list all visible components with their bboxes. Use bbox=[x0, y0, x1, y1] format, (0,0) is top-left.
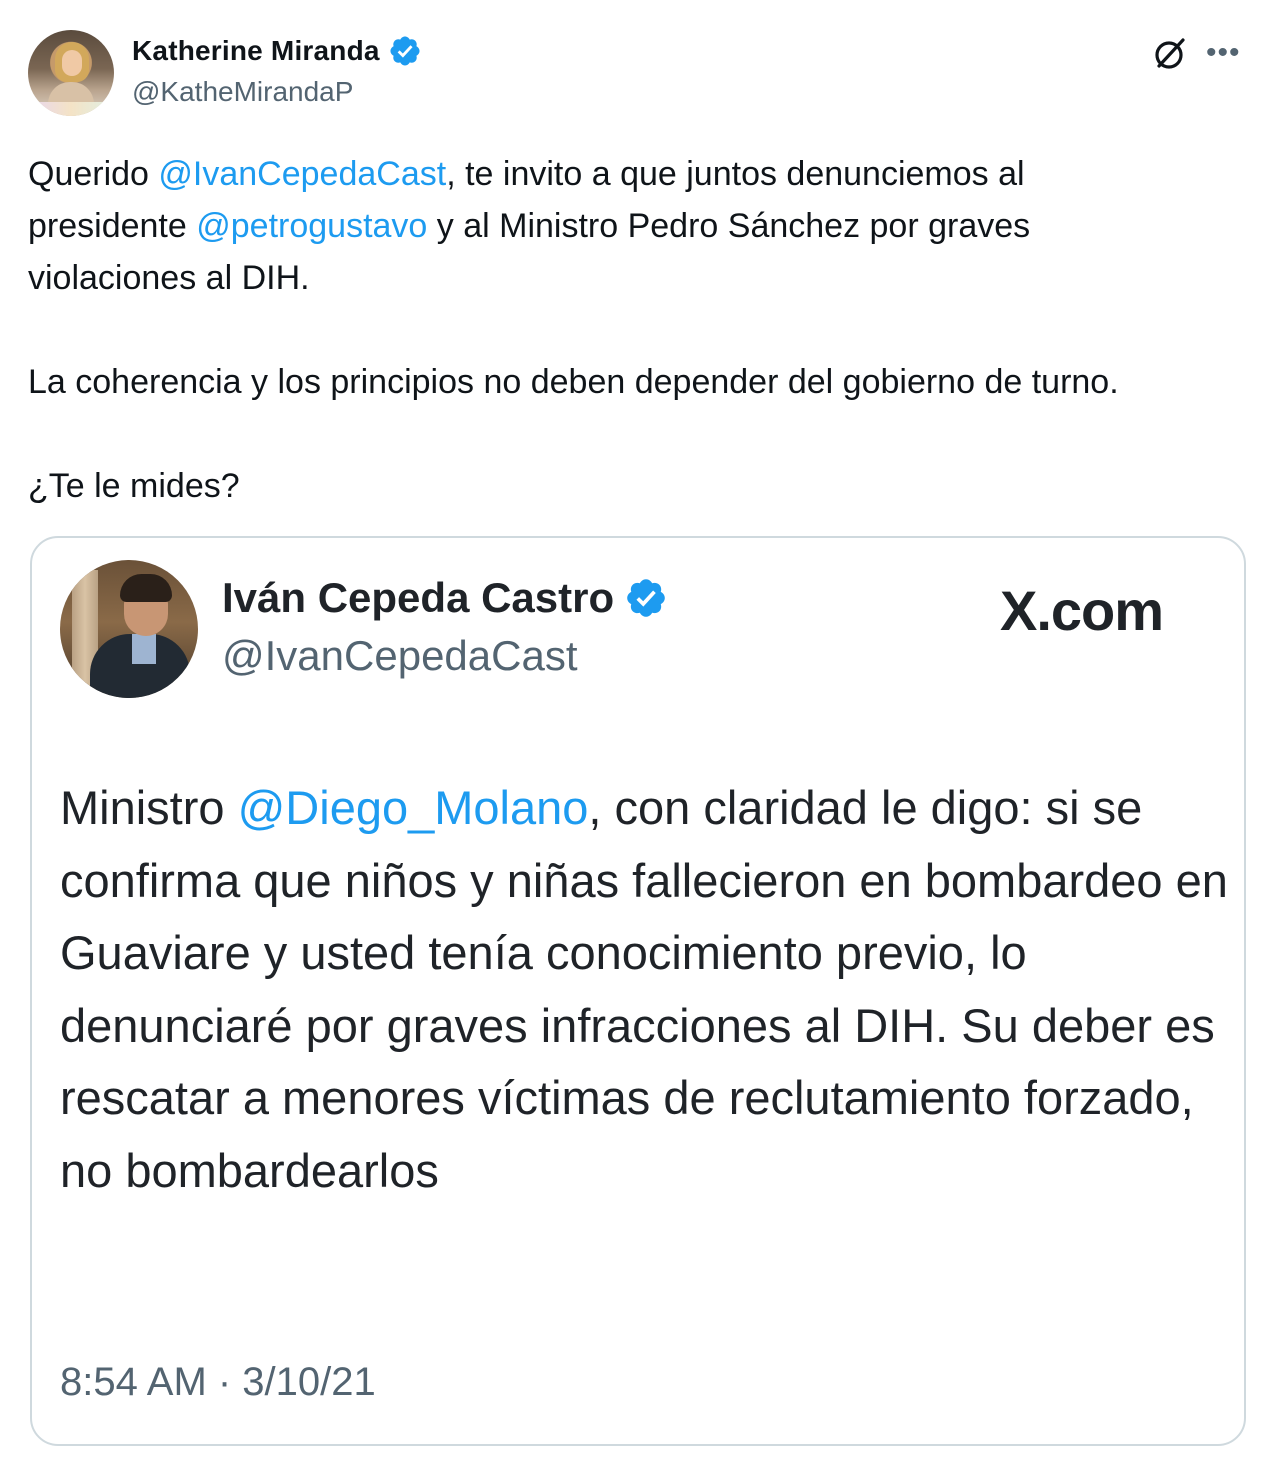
verified-badge-icon bbox=[390, 36, 420, 66]
post-paragraph-3: ¿Te le mides? bbox=[28, 467, 240, 505]
mention-link[interactable]: @Diego_Molano bbox=[238, 781, 589, 834]
more-options-icon[interactable]: ••• bbox=[1206, 38, 1241, 68]
quoted-post-text: Ministro @Diego_Molano, con claridad le … bbox=[60, 781, 1228, 1197]
author-name[interactable]: Katherine Miranda bbox=[132, 35, 380, 67]
post-paragraph-2: La coherencia y los principios no deben … bbox=[28, 363, 1119, 401]
quoted-author-name-row[interactable]: Iván Cepeda Castro bbox=[222, 574, 668, 622]
author-name-row[interactable]: Katherine Miranda bbox=[132, 34, 422, 68]
quoted-post-timestamp[interactable]: 8:54 AM · 3/10/21 bbox=[60, 1360, 376, 1405]
quoted-author-name[interactable]: Iván Cepeda Castro bbox=[222, 574, 614, 622]
quoted-author-handle[interactable]: @IvanCepedaCast bbox=[222, 632, 578, 680]
quoted-post-card[interactable]: Iván Cepeda Castro @IvanCepedaCast X.com… bbox=[30, 536, 1246, 1446]
post-text: Querido @IvanCepedaCast, te invito a que… bbox=[28, 148, 1258, 512]
mention-link[interactable]: @petrogustavo bbox=[196, 207, 427, 245]
grok-icon[interactable] bbox=[1150, 34, 1190, 74]
post-line-2: presidente @petrogustavo y al Ministro P… bbox=[28, 207, 1031, 245]
source-label: X.com bbox=[1000, 579, 1164, 642]
post-line-3: violaciones al DIH. bbox=[28, 259, 310, 297]
verified-badge-icon bbox=[627, 579, 665, 617]
post-line-1: Querido @IvanCepedaCast, te invito a que… bbox=[28, 155, 1025, 193]
author-avatar[interactable] bbox=[28, 30, 114, 116]
tweet: Katherine Miranda @KatheMirandaP ••• Que… bbox=[0, 0, 1280, 1476]
quoted-author-avatar[interactable] bbox=[60, 560, 198, 698]
mention-link[interactable]: @IvanCepedaCast bbox=[158, 155, 446, 193]
author-handle[interactable]: @KatheMirandaP bbox=[132, 76, 353, 108]
